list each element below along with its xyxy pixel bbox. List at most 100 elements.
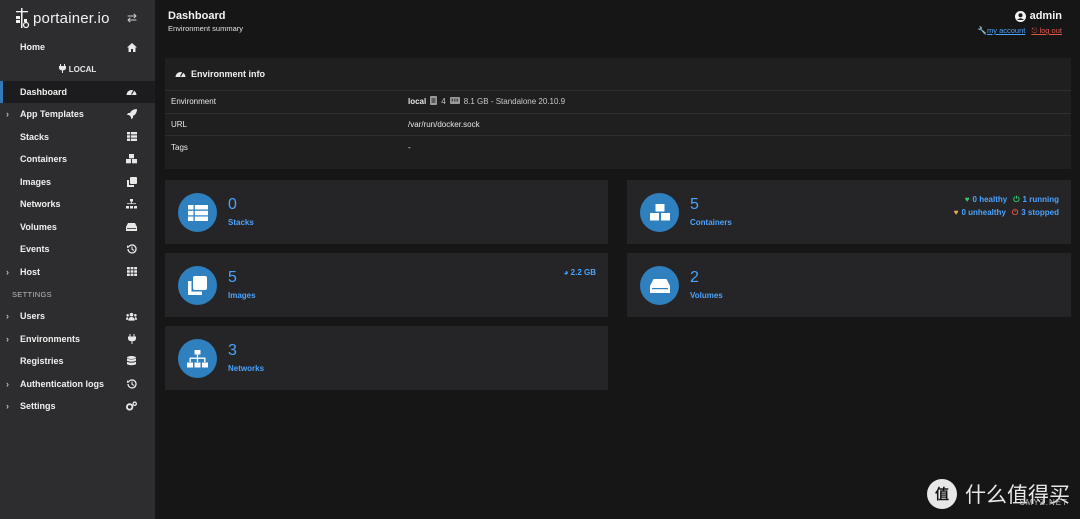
sidebar-item-label: Home [20, 42, 46, 53]
sidebar-item-registries[interactable]: Registries [0, 350, 155, 373]
power-icon: ⏻ [1011, 208, 1019, 217]
env-key: Tags [171, 142, 188, 152]
chevron-right-icon: › [6, 333, 9, 344]
plug-icon [58, 64, 66, 75]
env-row-environment: Environment local 4 8.1 GB - Standalone … [165, 91, 1071, 114]
watermark: 值 什么值得买 SMYZ.NET [927, 479, 1070, 509]
username-text: admin [1029, 10, 1062, 22]
sidebar-item-label: Volumes [20, 221, 57, 232]
sidebar-item-label: Dashboard [20, 86, 68, 97]
sidebar-item-stacks[interactable]: Stacks [0, 126, 155, 149]
wrench-icon: 🔧 [977, 26, 987, 35]
images-label: Images [228, 291, 256, 300]
sidebar-item-label: Environments [20, 333, 81, 344]
volumes-label: Volumes [690, 291, 723, 300]
images-size: ◕ 2.2 GB [563, 268, 596, 277]
widget-icon-circle [178, 193, 217, 232]
widget-icon-circle [640, 193, 679, 232]
sidebar-item-home[interactable]: Home [0, 36, 155, 59]
sidebar-item-label: App Templates [20, 109, 84, 120]
hdd-icon [649, 278, 670, 293]
sidebar-item-volumes[interactable]: Volumes [0, 216, 155, 239]
env-row-url: URL /var/run/docker.sock [165, 114, 1071, 136]
running-status: ⏻ 1 running [1013, 195, 1059, 204]
widget-icon-circle [178, 339, 217, 378]
clone-icon [188, 276, 207, 295]
containers-widget[interactable]: 5 Containers ♥ 0 healthy ⏻ 1 running ♥ 0 un… [627, 180, 1071, 244]
sidebar-item-events[interactable]: Events [0, 238, 155, 261]
sidebar-item-label: Images [20, 176, 52, 187]
stacks-widget[interactable]: 0 Stacks [165, 180, 608, 244]
history-icon [126, 244, 137, 255]
volumes-widget[interactable]: 2 Volumes [627, 253, 1071, 317]
cogs-icon [126, 401, 137, 412]
cpu-count: 4 [441, 97, 446, 107]
user-circle-icon [1014, 10, 1026, 22]
chevron-right-icon: › [6, 266, 9, 277]
sidebar-item-users[interactable]: › Users [0, 305, 155, 328]
env-key: Environment [171, 97, 216, 107]
unhealthy-status: ♥ 0 unhealthy [953, 208, 1006, 217]
sidebar-item-label: Networks [20, 199, 61, 210]
sidebar-item-label: Authentication logs [20, 378, 104, 389]
page-subtitle: Environment summary [168, 24, 244, 33]
sitemap-icon [187, 349, 208, 367]
container-status: ♥ 0 healthy ⏻ 1 running ♥ 0 unhealthy ⏻ 3 st… [954, 193, 1059, 219]
stacks-label: Stacks [228, 218, 254, 227]
sidebar-item-settings[interactable]: › Settings [0, 395, 155, 418]
chevron-right-icon: › [6, 311, 9, 322]
sidebar-item-containers[interactable]: Containers [0, 148, 155, 171]
env-value: /var/run/docker.sock [408, 119, 480, 129]
heart-icon: ♥ [953, 208, 959, 217]
page-header: Dashboard Environment summary admin 🔧my … [168, 10, 1068, 35]
stacks-count: 0 [228, 196, 237, 213]
portainer-logo-icon [16, 8, 30, 29]
containers-label: Containers [690, 218, 732, 227]
env-key: URL [171, 119, 188, 129]
sidebar-item-dashboard[interactable]: Dashboard [0, 80, 155, 103]
sidebar-item-host[interactable]: › Host [0, 261, 155, 284]
sidebar-item-authentication-logs[interactable]: › Authentication logs [0, 373, 155, 396]
user-name: admin [978, 10, 1062, 22]
sidebar-item-label: Settings [20, 401, 56, 412]
environment-info-panel: Environment info Environment local 4 8.1… [165, 58, 1071, 169]
my-account-link[interactable]: my account [987, 26, 1025, 35]
history-icon [126, 378, 137, 389]
environment-name: LOCAL [68, 65, 97, 74]
widget-icon-circle [178, 266, 217, 305]
networks-widget[interactable]: 3 Networks [165, 326, 608, 390]
images-widget[interactable]: 5 Images ◕ 2.2 GB [165, 253, 608, 317]
volumes-count: 2 [690, 269, 699, 286]
stopped-status: ⏻ 3 stopped [1011, 208, 1059, 217]
hdd-icon [126, 221, 137, 232]
healthy-status: ♥ 0 healthy [964, 195, 1008, 204]
sign-out-icon: ⎋ [1031, 26, 1038, 35]
plug-icon [126, 333, 137, 344]
sidebar-toggle-icon[interactable]: ⇄ [127, 11, 137, 25]
widget-icon-circle [640, 266, 679, 305]
home-icon [126, 42, 137, 53]
cpu-icon [430, 96, 438, 107]
page-title: Dashboard [168, 10, 226, 22]
sidebar-item-label: Stacks [20, 131, 50, 142]
clone-icon [126, 176, 137, 187]
sidebar-item-networks[interactable]: Networks [0, 193, 155, 216]
database-icon [126, 356, 137, 367]
sidebar-item-label: Containers [20, 154, 68, 165]
th-icon [126, 266, 137, 277]
logout-label: log out [1039, 26, 1062, 35]
memory-info: 8.1 GB - Standalone 20.10.9 [463, 97, 566, 107]
sidebar-item-label: Host [20, 266, 40, 277]
environment-name: local [408, 97, 427, 107]
networks-label: Networks [228, 364, 265, 373]
logout-link[interactable]: ⎋ log out [1031, 26, 1062, 35]
th-list-icon [126, 131, 137, 142]
sidebar-item-app-templates[interactable]: › App Templates [0, 103, 155, 126]
containers-count: 5 [690, 196, 699, 213]
chevron-right-icon: › [6, 109, 9, 120]
sidebar-item-environments[interactable]: › Environments [0, 328, 155, 351]
power-icon: ⏻ [1013, 195, 1020, 204]
sidebar-item-images[interactable]: Images [0, 171, 155, 194]
brand[interactable]: portainer.io ⇄ [0, 0, 155, 36]
brand-name: portainer.io [33, 9, 110, 27]
